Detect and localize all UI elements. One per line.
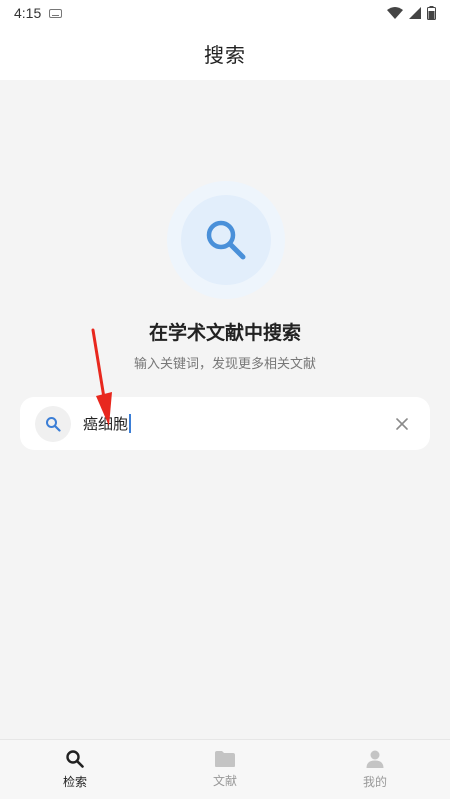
nav-label: 我的 xyxy=(362,775,387,789)
nav-item-literature[interactable]: 文献 xyxy=(150,740,300,799)
nav-item-search[interactable]: 检索 xyxy=(0,740,150,799)
app-header: 搜索 xyxy=(0,26,450,80)
search-icon xyxy=(46,416,61,432)
text-caret xyxy=(129,414,131,433)
signal-icon xyxy=(409,7,421,19)
search-input[interactable]: 癌细胞 xyxy=(83,409,388,439)
annotation-arrow xyxy=(91,328,112,426)
search-icon xyxy=(66,750,84,768)
nav-label: 文献 xyxy=(212,774,237,788)
folder-icon xyxy=(215,751,235,767)
keyboard-icon xyxy=(49,8,63,18)
wifi-icon xyxy=(387,7,403,19)
search-button[interactable] xyxy=(35,405,71,442)
status-icons xyxy=(387,6,436,20)
person-icon xyxy=(366,750,384,768)
page-title: 搜索 xyxy=(204,42,246,67)
hero-title: 在学术文献中搜索 xyxy=(148,322,301,344)
hero-subtitle: 输入关键词，发现更多相关文献 xyxy=(133,357,316,372)
close-icon xyxy=(396,417,408,430)
hero-illustration xyxy=(167,181,285,299)
clear-button[interactable] xyxy=(388,410,416,438)
battery-icon xyxy=(427,6,436,20)
nav-item-profile[interactable]: 我的 xyxy=(300,740,450,799)
nav-label: 检索 xyxy=(62,775,87,789)
search-icon xyxy=(206,220,246,260)
bottom-nav: 检索 文献 我的 xyxy=(0,739,450,799)
status-bar: 4:15 xyxy=(0,0,450,26)
status-time: 4:15 xyxy=(14,5,42,21)
screen: 4:15 搜索 在学术文献中搜索 输入关键词，发现更多相关文献 癌细胞 检索 文… xyxy=(0,0,450,799)
hero-icon-circle xyxy=(181,195,271,285)
